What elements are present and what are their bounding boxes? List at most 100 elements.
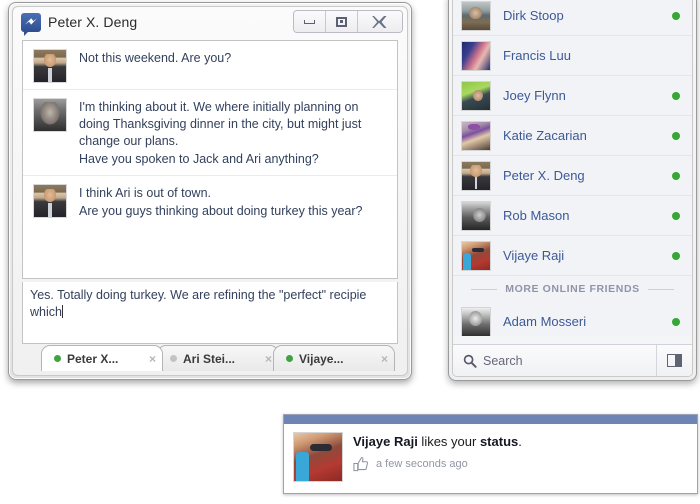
chat-tab-close-icon[interactable]: × [265,352,272,366]
screen: Peter X. Deng Not this weekend. Are you?… [0,0,700,504]
status-dot-online-icon [672,251,680,260]
message-row: Not this weekend. Are you? [23,41,397,90]
thumbs-up-icon [353,457,368,472]
chat-tab-vijaye[interactable]: Vijaye... × [273,345,395,371]
chat-tab-ari[interactable]: Ari Stei... × [157,345,279,371]
buddy-name: Katie Zacarian [503,128,587,143]
buddy-list-panel: Dirk Stoop Francis Luu Joey Flynn Katie … [452,0,693,377]
composer-value: Yes. Totally doing turkey. We are refini… [30,288,367,319]
avatar [33,98,67,132]
toast-object[interactable]: status [480,434,518,449]
avatar [293,432,343,482]
buddy-name: Joey Flynn [503,88,566,103]
more-online-friends-divider: MORE ONLINE FRIENDS [453,276,692,302]
maximize-icon [336,16,347,27]
buddy-row-francis-luu[interactable]: Francis Luu [453,36,692,76]
sidebar-toggle-icon [667,354,682,367]
buddy-row-vijaye-raji[interactable]: Vijaye Raji [453,236,692,276]
message-line: Not this weekend. Are you? [79,51,232,65]
avatar [461,200,491,231]
divider-line-left [471,288,498,290]
message-list[interactable]: Not this weekend. Are you? I'm thinking … [22,40,398,279]
search-placeholder: Search [483,353,523,368]
toast-meta: a few seconds ago [353,456,522,472]
buddy-name: Rob Mason [503,208,570,223]
message-row: I'm thinking about it. We where initiall… [23,90,397,176]
message-row: I think Ari is out of town. Are you guys… [23,176,397,227]
avatar [461,160,491,191]
sidebar-footer: Search [453,344,692,376]
sidebar-toggle-button[interactable] [656,345,692,376]
buddy-list-sidebar: Dirk Stoop Francis Luu Joey Flynn Katie … [448,0,697,381]
chat-titlebar: Peter X. Deng [13,7,407,37]
buddy-row-adam-mosseri[interactable]: Adam Mosseri [453,302,692,336]
status-dot-online-icon [672,11,680,20]
status-dot-online-icon [286,355,293,362]
chat-tab-label: Peter X... [67,351,119,366]
status-dot-online-icon [672,91,680,100]
message-composer-input[interactable]: Yes. Totally doing turkey. We are refini… [22,282,398,344]
buddy-name: Adam Mosseri [503,314,587,329]
window-controls [293,10,403,33]
toast-message: Vijaye Raji likes your status. [353,434,522,449]
chat-tab-label: Ari Stei... [183,351,236,366]
minimize-button[interactable] [294,11,326,32]
avatar [461,306,491,336]
message-line: Have you spoken to Jack and Ari anything… [79,152,319,166]
more-online-friends-label: MORE ONLINE FRIENDS [505,283,640,295]
toast-content: Vijaye Raji likes your status. a few sec… [353,432,522,482]
buddy-row-rob-mason[interactable]: Rob Mason [453,196,692,236]
toast-period: . [518,434,522,449]
chat-window-title: Peter X. Deng [48,14,138,30]
message-text: I think Ari is out of town. Are you guys… [79,184,363,221]
buddy-row-joey-flynn[interactable]: Joey Flynn [453,76,692,116]
avatar [461,120,491,151]
avatar [461,240,491,271]
close-icon [372,15,387,28]
avatar [33,49,67,83]
avatar [461,0,491,31]
toast-action-text: likes your [417,434,480,449]
minimize-icon [304,19,315,24]
chat-tab-label: Vijaye... [299,351,344,366]
messenger-bolt-icon [21,12,41,36]
buddy-name: Vijaye Raji [503,248,565,263]
buddy-name: Francis Luu [503,48,571,63]
status-dot-online-icon [54,355,61,362]
message-line: I'm thinking about it. We where initiall… [79,100,362,148]
search-input[interactable]: Search [453,345,656,376]
message-line: Are you guys thinking about doing turkey… [79,204,363,218]
buddy-row-peter-x-deng[interactable]: Peter X. Deng [453,156,692,196]
status-dot-online-icon [672,317,680,326]
chat-tab-bar: Peter X... × Ari Stei... × Vijaye... × [17,339,403,371]
buddy-row-katie-zacarian[interactable]: Katie Zacarian [453,116,692,156]
message-text: Not this weekend. Are you? [79,49,231,83]
status-dot-online-icon [672,131,680,140]
buddy-row-dirk-stoop[interactable]: Dirk Stoop [453,0,692,36]
status-dot-offline-icon [170,355,177,362]
chat-tab-peter[interactable]: Peter X... × [41,345,163,371]
chat-window: Peter X. Deng Not this weekend. Are you?… [8,2,412,380]
toast-accent-bar [284,415,697,424]
chat-tab-close-icon[interactable]: × [149,352,156,366]
toast-actor-name[interactable]: Vijaye Raji [353,434,418,449]
toast-timestamp: a few seconds ago [376,458,468,470]
maximize-button[interactable] [326,11,358,32]
avatar [461,40,491,71]
text-caret [61,305,63,318]
buddy-name: Peter X. Deng [503,168,585,183]
buddy-list[interactable]: Dirk Stoop Francis Luu Joey Flynn Katie … [453,0,692,336]
chat-window-inner: Peter X. Deng Not this weekend. Are you?… [12,6,408,376]
avatar [461,80,491,111]
status-dot-idle-icon [672,52,680,60]
close-button[interactable] [358,11,402,32]
buddy-name: Dirk Stoop [503,8,564,23]
status-dot-online-icon [672,171,680,180]
avatar [33,184,67,218]
status-dot-online-icon [672,211,680,220]
notification-toast[interactable]: Vijaye Raji likes your status. a few sec… [283,414,698,494]
message-text: I'm thinking about it. We where initiall… [79,98,387,169]
search-icon [463,354,477,368]
toast-body: Vijaye Raji likes your status. a few sec… [284,424,697,490]
chat-tab-close-icon[interactable]: × [381,352,388,366]
